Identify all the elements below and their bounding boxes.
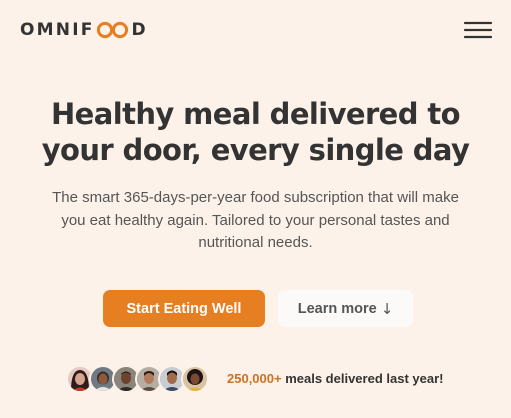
hero-title-line-2: your door, every single day: [41, 133, 470, 167]
hero-description-line-2: you eat healthy again. Tailored to your …: [61, 211, 450, 229]
hero-title-line-1: Healthy meal delivered to: [51, 97, 461, 131]
hamburger-menu-icon: [463, 21, 493, 39]
learn-more-label: Learn more: [297, 300, 377, 317]
logo-text-start: OMNIF: [20, 20, 95, 40]
site-header: OMNIF D: [0, 0, 511, 60]
hero-description-line-3: nutritional needs.: [198, 234, 313, 251]
meals-delivered-count: 250,000+: [227, 371, 282, 386]
mobile-menu-button[interactable]: [463, 18, 493, 42]
hero-description: The smart 365-days-per-year food subscri…: [40, 187, 471, 255]
meals-delivered-label: meals delivered last year!: [281, 371, 444, 386]
learn-more-button[interactable]: Learn more ↓: [278, 290, 413, 327]
start-eating-well-button[interactable]: Start Eating Well: [103, 290, 265, 327]
omnifood-logo[interactable]: OMNIF D: [20, 19, 148, 41]
hero-title: Healthy meal delivered to your door, eve…: [20, 96, 491, 168]
start-eating-well-label: Start Eating Well: [126, 300, 242, 317]
infinity-rings-icon: [96, 21, 130, 39]
arrow-down-icon: ↓: [380, 299, 394, 318]
meals-delivered-text: 250,000+ meals delivered last year!: [227, 371, 443, 387]
hero-description-line-1: The smart 365-days-per-year food subscri…: [52, 189, 459, 206]
logo-text-end: D: [131, 20, 148, 40]
customer-avatar-6: [181, 365, 209, 393]
